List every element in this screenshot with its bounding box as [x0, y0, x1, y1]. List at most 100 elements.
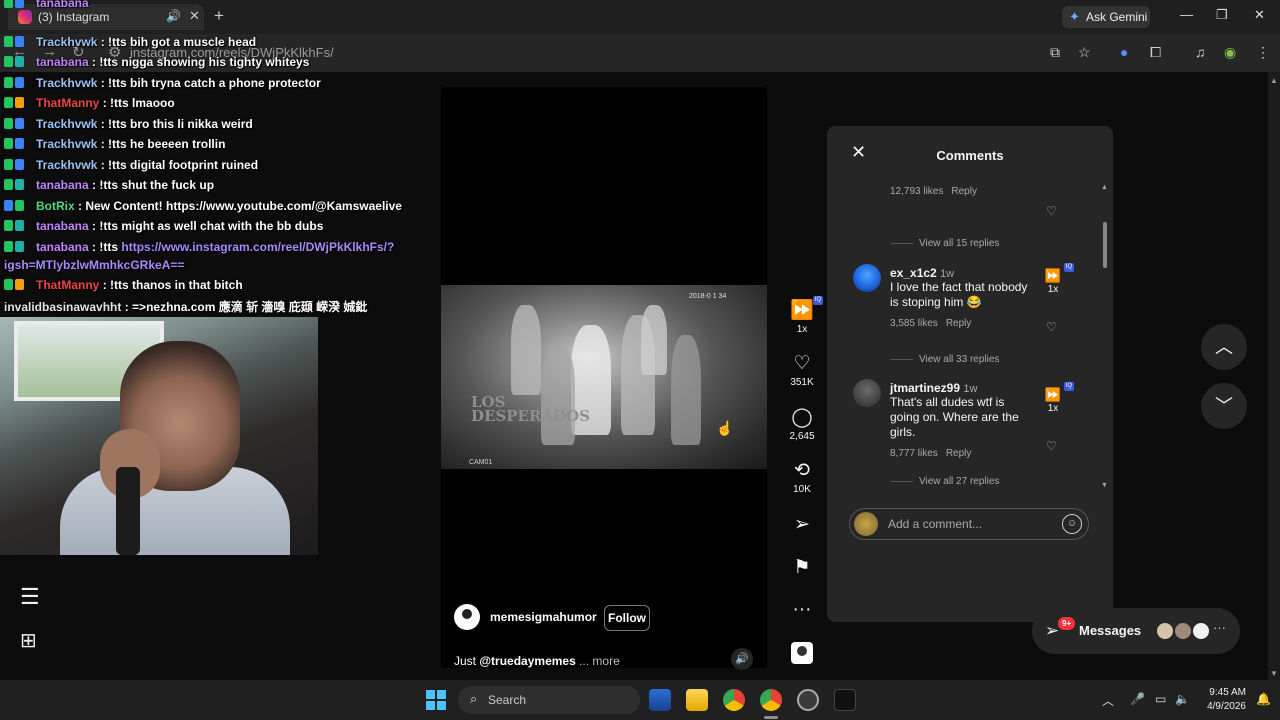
comment-like-heart-icon[interactable]: ♡ [1046, 320, 1057, 334]
comment-reply-link[interactable]: Reply [946, 318, 972, 329]
chat-message: tanabana [4, 0, 89, 10]
browser-menu-icon[interactable]: ⋮ [1256, 44, 1270, 61]
ask-gemini-label: Ask Gemini [1086, 10, 1148, 24]
more-options-button[interactable]: ··· [782, 599, 822, 621]
bookmark-star-icon[interactable]: ☆ [1078, 44, 1091, 61]
chat-message: tanabana : !tts shut the fuck up [4, 178, 214, 192]
ask-gemini-button[interactable]: ✦ Ask Gemini [1062, 6, 1150, 28]
comment-like-heart-icon[interactable]: ♡ [1046, 204, 1057, 218]
scrollbar-thumb[interactable] [1103, 222, 1107, 268]
scroll-up-arrow-icon[interactable]: ▲ [1270, 76, 1278, 85]
comment-avatar[interactable] [853, 379, 881, 407]
comment-username[interactable]: jtmartinez99 [890, 381, 960, 395]
caption-mention[interactable]: @truedaymemes [479, 654, 575, 668]
comment-avatar[interactable] [853, 264, 881, 292]
reel-player[interactable]: LOS DESPERADOS 2018-0 1 34 CAM01 memesigm… [441, 87, 767, 670]
reel-video-frame[interactable]: LOS DESPERADOS 2018-0 1 34 CAM01 [441, 285, 767, 469]
comment-reply-link[interactable]: Reply [946, 448, 972, 459]
mute-toggle-icon[interactable]: 🔊 [731, 648, 753, 670]
repost-button[interactable]: ⟲ 10K [782, 460, 822, 495]
windows-start-icon[interactable] [426, 690, 446, 710]
view-replies-link[interactable]: View all 27 replies [891, 476, 999, 487]
next-reel-button[interactable]: ﹀ [1201, 383, 1247, 429]
active-app-indicator [764, 716, 778, 719]
chat-link[interactable]: igsh=MTlybzlwMmhkcGRkeA== [4, 258, 184, 272]
microphone-icon[interactable]: 🎤 [1130, 692, 1145, 706]
fast-forward-icon: ⏩ [1044, 387, 1062, 402]
reel-author-username[interactable]: memesigmahumor [490, 610, 597, 624]
tray-chevron-up-icon[interactable]: ︿ [1102, 692, 1114, 709]
microsoft-store-icon[interactable] [649, 689, 671, 711]
chrome-icon[interactable] [723, 689, 745, 711]
scroll-up-arrow-icon[interactable]: ▲ [1101, 184, 1108, 191]
video-figure [641, 305, 667, 375]
reel-caption: Just @truedaymemes ... more [454, 654, 620, 668]
reel-author-avatar[interactable] [454, 604, 480, 630]
chat-badges [4, 55, 36, 69]
obs-icon[interactable] [797, 689, 819, 711]
chat-text: : !tts lmaooo [102, 96, 175, 110]
playback-speed-button[interactable]: ⏩ 1x [782, 300, 822, 335]
chat-message: ThatManny : !tts lmaooo [4, 96, 175, 110]
chat-username: Trackhvwk [36, 117, 98, 131]
chat-username: Trackhvwk [36, 76, 98, 90]
notification-bell-icon[interactable]: 🔔 [1256, 692, 1271, 706]
install-app-icon[interactable]: ⧉ [1050, 44, 1060, 61]
extensions-puzzle-icon[interactable]: ⧠ [1150, 44, 1161, 61]
view-replies-link[interactable]: View all 15 replies [891, 238, 999, 249]
media-control-icon[interactable]: ♫ [1195, 44, 1206, 60]
comment-reply-link[interactable]: Reply [951, 186, 977, 197]
chat-badges [4, 137, 36, 151]
taskbar-search[interactable]: ⌕ Search [458, 686, 640, 714]
chat-badges [4, 117, 36, 131]
previous-reel-button[interactable]: ︿ [1201, 324, 1247, 370]
video-timestamp: 2018-0 1 34 [689, 293, 727, 300]
scroll-down-arrow-icon[interactable]: ▼ [1101, 482, 1108, 489]
comment-button[interactable]: ◯ 2,645 [782, 407, 822, 442]
messages-button[interactable]: ➢ 9+ Messages ··· [1032, 608, 1240, 654]
more-menu-icon[interactable]: ☰ [20, 584, 40, 610]
chat-message: Trackhvwk : !tts bro this li nikka weird [4, 117, 253, 131]
comment-speed-control[interactable]: ⏩ 1x [1043, 268, 1063, 295]
audio-author-avatar[interactable] [791, 642, 813, 664]
comment-speed-control[interactable]: ⏩ 1x [1043, 387, 1063, 414]
chat-message: Trackhvwk : !tts bih got a muscle head [4, 35, 256, 49]
comment-like-heart-icon[interactable]: ♡ [1046, 439, 1057, 453]
minimize-icon[interactable]: — [1180, 7, 1193, 22]
scroll-down-arrow-icon[interactable]: ▼ [1270, 669, 1278, 678]
chat-badges [4, 35, 36, 49]
page-scrollbar[interactable]: ▲ ▼ [1268, 72, 1280, 680]
volume-icon[interactable]: 🔈 [1175, 692, 1190, 706]
emoji-picker-icon[interactable]: ☺ [1062, 514, 1082, 534]
add-comment-input[interactable] [888, 515, 1048, 533]
also-from-meta-icon[interactable]: ⊞ [20, 628, 37, 653]
network-icon[interactable]: ▭ [1155, 692, 1166, 706]
share-button[interactable]: ➢ [782, 514, 822, 536]
chat-message: tanabana : !tts nigga showing his tighty… [4, 55, 309, 69]
comment-bubble-icon: ◯ [791, 407, 813, 428]
follow-button[interactable]: Follow [604, 605, 650, 631]
chat-text: : !tts might as well chat with the bb du… [92, 219, 324, 233]
chat-username: tanabana [36, 240, 89, 254]
add-comment-box: ☺ [849, 508, 1089, 540]
heart-icon: ♡ [793, 353, 811, 374]
screen: (3) Instagram 🔊 ✕ + ✦ Ask Gemini — ❐ ✕ ←… [0, 0, 1280, 720]
save-button[interactable]: ⚑ [782, 557, 822, 579]
search-icon: ⌕ [470, 691, 478, 706]
comment-username[interactable]: ex_x1c2 [890, 266, 937, 280]
chat-username: ThatManny [36, 278, 100, 292]
close-window-icon[interactable]: ✕ [1254, 7, 1265, 23]
tiktok-icon[interactable] [834, 689, 856, 711]
file-explorer-icon[interactable] [686, 689, 708, 711]
profile-avatar-icon[interactable]: ◉ [1224, 44, 1236, 61]
chat-link[interactable]: https://www.instagram.com/reel/DWjPkKlkh… [121, 240, 394, 254]
extension-vpn-icon[interactable]: ● [1120, 44, 1128, 60]
taskbar-clock[interactable]: 9:45 AM 4/9/2026 [1198, 686, 1246, 714]
chrome-active-icon[interactable] [760, 689, 782, 711]
view-replies-link[interactable]: View all 33 replies [891, 354, 999, 365]
maximize-icon[interactable]: ❐ [1216, 7, 1228, 23]
comments-scrollbar[interactable]: ▲ ▼ [1101, 178, 1109, 498]
caption-more-link[interactable]: ... more [576, 654, 620, 668]
repost-count: 10K [793, 484, 811, 495]
like-button[interactable]: ♡ 351K [782, 353, 822, 388]
